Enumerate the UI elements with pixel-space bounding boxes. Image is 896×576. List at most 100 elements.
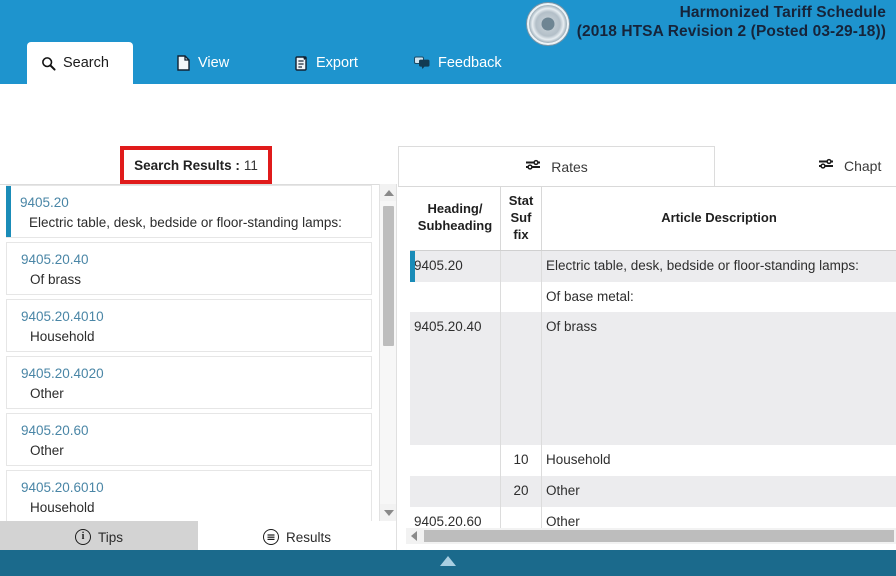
list-item-code: 9405.20.4020 <box>21 364 363 384</box>
detail-horizontal-scrollbar[interactable] <box>406 528 896 544</box>
table-row[interactable]: 9405.20.40 Of brass <box>410 312 896 445</box>
triangle-left-icon <box>411 531 417 541</box>
tab-rates-label: Rates <box>551 159 588 175</box>
column-heading-line1: Heading/ <box>412 201 498 218</box>
panel-divider <box>396 184 397 553</box>
tariff-table: Heading/ Subheading Stat Suf fix Article… <box>410 187 896 538</box>
tab-view[interactable]: View <box>162 42 243 84</box>
cell-article: Of base metal: <box>542 282 896 313</box>
tab-rates[interactable]: Rates <box>398 146 715 186</box>
cell-stat: 20 <box>501 476 542 507</box>
scroll-to-top-button[interactable] <box>440 556 456 566</box>
list-item[interactable]: 9405.20.4020 Other <box>6 356 372 409</box>
cell-heading <box>410 476 501 507</box>
cell-heading: 9405.20 <box>410 250 501 281</box>
government-seal-icon <box>527 3 569 45</box>
tab-results-label: Results <box>286 530 331 545</box>
list-item[interactable]: 9405.20.40 Of brass <box>6 242 372 295</box>
cell-heading <box>410 282 501 313</box>
brand-title-line1: Harmonized Tariff Schedule <box>577 4 886 22</box>
list-circle-icon <box>263 529 279 545</box>
triangle-down-icon <box>384 510 394 516</box>
tariff-table-body: 9405.20 Electric table, desk, bedside or… <box>410 250 896 538</box>
column-stat-line1: Stat <box>503 193 539 210</box>
list-item-code: 9405.20.40 <box>21 250 363 270</box>
list-item-desc: Household <box>21 327 363 347</box>
list-item[interactable]: 9405.20 Electric table, desk, bedside or… <box>6 185 372 238</box>
cell-stat: 10 <box>501 445 542 476</box>
tab-chapters[interactable]: Chapt <box>818 146 896 186</box>
triangle-up-icon <box>384 190 394 196</box>
results-vertical-scrollbar[interactable] <box>379 184 396 521</box>
table-row[interactable]: 20 Other <box>410 476 896 507</box>
column-stat-line2: Suf <box>503 210 539 227</box>
search-results-count: 11 <box>244 158 258 173</box>
tab-export-label: Export <box>316 55 358 71</box>
column-heading-line2: Subheading <box>412 218 498 235</box>
tab-search-label: Search <box>63 55 109 71</box>
brand-title-line2: (2018 HTSA Revision 2 (Posted 03-29-18)) <box>577 23 886 41</box>
detail-panel: Rates Chapt Heading/ Subheading Stat Suf <box>398 146 896 536</box>
left-bottom-tabbar: i Tips Results <box>0 521 396 553</box>
list-item-desc: Household <box>21 498 363 518</box>
search-results-badge: Search Results : 11 <box>120 146 272 184</box>
tab-tips[interactable]: i Tips <box>0 521 198 553</box>
scroll-left-button[interactable] <box>406 528 422 544</box>
cell-stat <box>501 282 542 313</box>
brand-block: Harmonized Tariff Schedule (2018 HTSA Re… <box>527 0 886 45</box>
column-stat-line3: fix <box>503 227 539 244</box>
results-panel: 9405.20 Electric table, desk, bedside or… <box>0 184 396 521</box>
tab-feedback[interactable]: Feedback <box>400 42 516 84</box>
tab-search[interactable]: Search <box>27 42 133 84</box>
tab-chapters-label: Chapt <box>844 158 881 174</box>
list-item-desc: Other <box>21 384 363 404</box>
document-icon <box>176 55 191 71</box>
list-item-code: 9405.20.60 <box>21 421 363 441</box>
column-article-description: Article Description <box>542 187 896 250</box>
scrollbar-thumb[interactable] <box>383 206 394 346</box>
export-doc-icon <box>294 55 309 71</box>
list-item-code: 9405.20.6010 <box>21 478 363 498</box>
speech-bubble-icon <box>414 56 431 70</box>
tab-results[interactable]: Results <box>198 521 396 553</box>
cell-stat <box>501 312 542 445</box>
list-item-desc: Other <box>21 441 363 461</box>
cell-article: Electric table, desk, bedside or floor-s… <box>542 250 896 281</box>
tab-tips-label: Tips <box>98 530 123 545</box>
list-item[interactable]: 9405.20.60 Other <box>6 413 372 466</box>
tariff-table-header: Heading/ Subheading Stat Suf fix Article… <box>410 187 896 250</box>
cell-article: Household <box>542 445 896 476</box>
cell-stat <box>501 250 542 281</box>
cell-heading <box>410 445 501 476</box>
scroll-up-button[interactable] <box>380 184 397 201</box>
tab-export[interactable]: Export <box>280 42 372 84</box>
scroll-down-button[interactable] <box>380 504 397 521</box>
column-heading-subheading: Heading/ Subheading <box>410 187 501 250</box>
brand-title: Harmonized Tariff Schedule (2018 HTSA Re… <box>577 4 886 41</box>
list-item[interactable]: 9405.20.4010 Household <box>6 299 372 352</box>
table-row[interactable]: 10 Household <box>410 445 896 476</box>
info-circle-icon: i <box>75 529 91 545</box>
search-results-label: Search Results : <box>134 158 240 173</box>
page-footer <box>0 550 896 576</box>
table-row[interactable]: Of base metal: <box>410 282 896 313</box>
cell-heading: 9405.20.40 <box>410 312 501 445</box>
scrollbar-thumb[interactable] <box>424 530 894 542</box>
list-item-code: 9405.20 <box>20 193 363 213</box>
list-item[interactable]: 9405.20.6010 Household <box>6 470 372 521</box>
list-item-code: 9405.20.4010 <box>21 307 363 327</box>
cell-article: Of brass <box>542 312 896 445</box>
application-window: Harmonized Tariff Schedule (2018 HTSA Re… <box>0 0 896 576</box>
table-row[interactable]: 9405.20 Electric table, desk, bedside or… <box>410 250 896 281</box>
tab-feedback-label: Feedback <box>438 55 502 71</box>
magnifier-icon <box>41 56 56 71</box>
table-header-row: Heading/ Subheading Stat Suf fix Article… <box>410 187 896 250</box>
tab-view-label: View <box>198 55 229 71</box>
sliders-icon <box>818 158 835 174</box>
main-tabbar: Search View Export Feedback <box>0 42 896 84</box>
results-list: 9405.20 Electric table, desk, bedside or… <box>0 185 378 521</box>
cell-article: Other <box>542 476 896 507</box>
sliders-icon <box>525 159 542 175</box>
list-item-desc: Electric table, desk, bedside or floor-s… <box>20 213 363 233</box>
list-item-desc: Of brass <box>21 270 363 290</box>
